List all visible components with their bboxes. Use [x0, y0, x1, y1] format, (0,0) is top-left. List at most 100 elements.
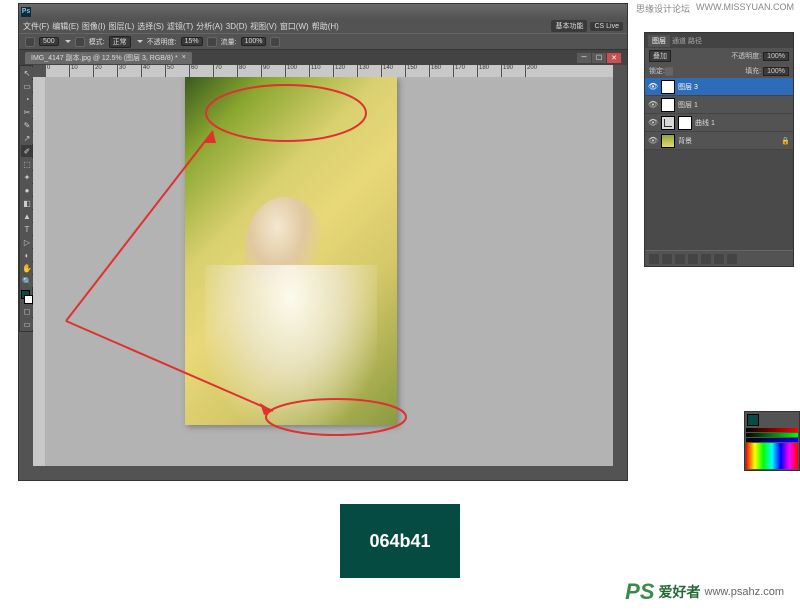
dodge-tool[interactable]: ◧ [21, 197, 33, 209]
menu-window[interactable]: 窗口(W) [280, 21, 309, 32]
brush-preset-icon[interactable] [25, 37, 35, 47]
panel-tabs: 图层 通道 路径 [645, 33, 793, 48]
crop-tool[interactable]: ✂ [21, 106, 33, 118]
opacity-input[interactable]: 15% [181, 37, 203, 46]
adjustment-layer-icon[interactable] [688, 254, 698, 264]
healing-tool[interactable]: ↗ [21, 132, 33, 144]
workspace-switcher[interactable]: 基本功能 [551, 20, 587, 32]
path-tool[interactable]: ▷ [21, 236, 33, 248]
chevron-down-icon[interactable] [137, 40, 143, 43]
layer-group-icon[interactable] [701, 254, 711, 264]
visibility-eye-icon[interactable]: 👁 [648, 100, 658, 110]
visibility-eye-icon[interactable]: 👁 [648, 118, 658, 128]
layer-thumbnail[interactable] [661, 134, 675, 148]
mask-thumbnail[interactable] [678, 116, 692, 130]
layer-name[interactable]: 背景 [678, 136, 692, 146]
panels-dock: 图层 通道 路径 叠加 不透明度: 100% 锁定: 填充: 100% 👁 图层… [644, 32, 794, 271]
tablet-pressure-icon[interactable] [207, 37, 217, 47]
layer-mask-icon[interactable] [675, 254, 685, 264]
logo-cn: 爱好者 [659, 582, 701, 602]
fill-label: 填充: [745, 68, 761, 75]
color-spectrum[interactable] [746, 443, 798, 469]
layer-opacity-input[interactable]: 100% [763, 52, 789, 61]
menu-select[interactable]: 选择(S) [137, 21, 164, 32]
color-hex-label: 064b41 [369, 531, 430, 552]
type-tool[interactable]: T [21, 223, 33, 235]
layer-row[interactable]: 👁 图层 1 [645, 96, 793, 114]
photoshop-window: Ps 文件(F) 编辑(E) 图像(I) 图层(L) 选择(S) 滤镜(T) 分… [18, 3, 628, 481]
pen-tool[interactable]: ▲ [21, 210, 33, 222]
layer-name[interactable]: 图层 3 [678, 82, 698, 92]
new-layer-icon[interactable] [714, 254, 724, 264]
eyedropper-tool[interactable]: ✎ [21, 119, 33, 131]
stamp-tool[interactable]: ⬚ [21, 158, 33, 170]
menu-3d[interactable]: 3D(D) [226, 22, 247, 31]
layers-footer [645, 250, 793, 266]
horizontal-ruler: 0102030405060708090100110120130140150160… [45, 65, 613, 77]
options-bar: 500 模式: 正常 不透明度: 15% 流量: 100% [19, 33, 627, 50]
chevron-down-icon[interactable] [65, 40, 71, 43]
layer-thumbnail[interactable] [661, 98, 675, 112]
hand-tool[interactable]: ✋ [21, 262, 33, 274]
document-title: IMG_4147 副本.jpg @ 12.5% (图层 3, RGB/8) * [31, 53, 178, 63]
layer-thumbnail[interactable] [661, 80, 675, 94]
canvas[interactable] [45, 77, 613, 466]
lock-all-icon[interactable] [671, 67, 673, 76]
logo-url: www.psahz.com [705, 586, 784, 598]
b-slider[interactable] [746, 438, 798, 442]
layer-row[interactable]: 👁 曲线 1 [645, 114, 793, 132]
layer-style-icon[interactable] [662, 254, 672, 264]
airbrush-icon[interactable] [270, 37, 280, 47]
menu-image[interactable]: 图像(I) [82, 21, 106, 32]
link-layers-icon[interactable] [649, 254, 659, 264]
cslive-button[interactable]: CS Live [590, 22, 623, 31]
menu-view[interactable]: 视图(V) [250, 21, 277, 32]
document-tab[interactable]: IMG_4147 副本.jpg @ 12.5% (图层 3, RGB/8) * … [25, 52, 192, 64]
shape-tool[interactable]: ◐ [21, 249, 33, 261]
color-swatch[interactable] [747, 414, 759, 426]
window-close-button[interactable]: ✕ [607, 53, 621, 63]
window-minimize-button[interactable]: ─ [577, 53, 591, 63]
gradient-tool[interactable]: ● [21, 184, 33, 196]
move-tool[interactable]: ↖ [21, 67, 33, 79]
g-slider[interactable] [746, 433, 798, 437]
marquee-tool[interactable]: ▭ [21, 80, 33, 92]
close-tab-icon[interactable]: × [182, 54, 186, 61]
document-tab-bar: IMG_4147 副本.jpg @ 12.5% (图层 3, RGB/8) * … [19, 50, 627, 65]
adjustment-thumbnail[interactable] [661, 116, 675, 130]
vertical-ruler [33, 77, 45, 466]
lock-icon: 🔒 [781, 137, 790, 145]
visibility-eye-icon[interactable]: 👁 [648, 136, 658, 146]
brush-panel-icon[interactable] [75, 37, 85, 47]
color-swatches[interactable] [21, 290, 33, 304]
zoom-tool[interactable]: 🔍 [21, 275, 33, 287]
brush-tool[interactable]: ✐ [21, 145, 33, 157]
eraser-tool[interactable]: ✦ [21, 171, 33, 183]
menu-analysis[interactable]: 分析(A) [196, 21, 223, 32]
r-slider[interactable] [746, 428, 798, 432]
blend-mode-select[interactable]: 正常 [109, 36, 131, 48]
fill-input[interactable]: 100% [763, 67, 789, 76]
visibility-eye-icon[interactable]: 👁 [648, 82, 658, 92]
lasso-tool[interactable]: ◔ [21, 93, 33, 105]
tab-channels[interactable]: 通道 [672, 36, 686, 46]
delete-layer-icon[interactable] [727, 254, 737, 264]
screenmode-icon[interactable]: ▭ [21, 318, 33, 330]
layer-row[interactable]: 👁 背景 🔒 [645, 132, 793, 150]
layer-name[interactable]: 曲线 1 [695, 118, 715, 128]
tab-paths[interactable]: 路径 [688, 36, 702, 46]
menu-filter[interactable]: 滤镜(T) [167, 21, 193, 32]
window-maximize-button[interactable]: ☐ [592, 53, 606, 63]
layer-row[interactable]: 👁 图层 3 [645, 78, 793, 96]
tab-layers[interactable]: 图层 [648, 35, 670, 47]
menu-edit[interactable]: 编辑(E) [52, 21, 79, 32]
quickmask-icon[interactable]: ◻ [21, 305, 33, 317]
layer-name[interactable]: 图层 1 [678, 100, 698, 110]
background-color[interactable] [24, 295, 33, 304]
flow-input[interactable]: 100% [241, 37, 267, 46]
brush-size-input[interactable]: 500 [39, 37, 59, 46]
menu-layer[interactable]: 图层(L) [108, 21, 134, 32]
menu-help[interactable]: 帮助(H) [312, 21, 339, 32]
blend-mode-select[interactable]: 叠加 [649, 50, 671, 62]
menu-file[interactable]: 文件(F) [23, 21, 49, 32]
